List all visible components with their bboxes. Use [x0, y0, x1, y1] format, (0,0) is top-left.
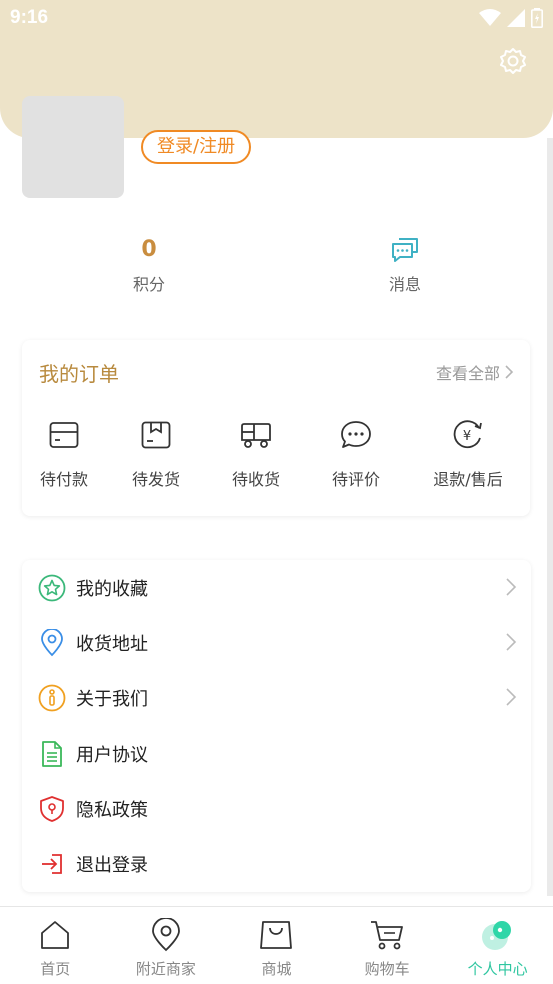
message-icon — [392, 238, 418, 262]
order-pending-receipt[interactable]: 待收货 — [206, 418, 306, 490]
orders-card: 我的订单 查看全部 待付款 待发货 待收货 待评价 ¥ 退款/售后 — [22, 340, 530, 516]
menu-card: 我的收藏 收货地址 关于我们 用户协议 隐私政策 退出登录 — [22, 560, 531, 892]
menu-item-label: 关于我们 — [76, 688, 148, 710]
order-pending-payment[interactable]: 待付款 — [22, 418, 106, 490]
order-pending-shipment[interactable]: 待发货 — [106, 418, 206, 490]
wifi-icon — [479, 9, 501, 26]
signal-icon — [507, 9, 525, 27]
tab-nearby[interactable]: 附近商家 — [111, 907, 222, 984]
scrollbar[interactable] — [547, 138, 553, 896]
tab-label: 附近商家 — [135, 960, 196, 978]
status-icons — [479, 8, 543, 28]
status-bar: 9:16 — [0, 0, 553, 38]
order-item-label: 待发货 — [131, 470, 180, 489]
menu-item-label: 用户协议 — [76, 744, 148, 766]
menu-item-label: 我的收藏 — [76, 578, 148, 600]
chevron-right-icon — [506, 633, 517, 651]
status-time: 9:16 — [10, 7, 49, 28]
login-register-button[interactable]: 登录/注册 — [141, 130, 252, 164]
menu-item-address[interactable]: 收货地址 — [22, 615, 531, 670]
shopping-bag-icon — [260, 921, 293, 949]
location-pin-icon — [151, 918, 180, 952]
order-pending-review[interactable]: 待评价 — [306, 418, 406, 490]
menu-item-about[interactable]: 关于我们 — [22, 670, 531, 725]
points-label: 积分 — [132, 275, 165, 294]
location-icon — [41, 628, 63, 656]
document-icon — [42, 740, 62, 767]
order-item-label: 待收货 — [231, 470, 280, 489]
svg-text:¥: ¥ — [463, 429, 471, 444]
settings-button[interactable] — [499, 47, 527, 75]
tab-home[interactable]: 首页 — [0, 907, 111, 984]
truck-icon — [241, 423, 271, 448]
points-value: 0 — [141, 237, 157, 262]
cart-icon — [371, 921, 403, 950]
order-item-label: 退款/售后 — [433, 470, 503, 489]
tab-profile[interactable]: 个人中心 — [442, 907, 553, 984]
view-all-label: 查看全部 — [435, 364, 500, 383]
view-all-orders-link[interactable]: 查看全部 — [436, 360, 514, 384]
profile-icon — [481, 921, 511, 950]
logout-icon — [42, 853, 62, 874]
chevron-right-icon — [506, 688, 517, 706]
menu-item-label: 隐私政策 — [76, 799, 148, 821]
order-item-label: 待付款 — [39, 470, 88, 489]
menu-item-label: 退出登录 — [76, 854, 148, 876]
shield-icon — [40, 795, 64, 822]
home-icon — [41, 921, 70, 949]
gear-icon — [500, 48, 526, 74]
bottom-tab-bar: 首页 附近商家 商城 购物车 个人中心 — [0, 906, 553, 984]
tab-label: 商城 — [261, 960, 292, 978]
tab-label: 购物车 — [364, 960, 410, 978]
order-item-label: 待评价 — [331, 470, 380, 489]
box-icon — [141, 421, 171, 449]
star-icon — [38, 574, 66, 601]
tab-mall[interactable]: 商城 — [221, 907, 332, 984]
tab-cart[interactable]: 购物车 — [332, 907, 443, 984]
order-refund[interactable]: ¥ 退款/售后 — [406, 418, 530, 490]
card-icon — [49, 422, 79, 448]
messages-label: 消息 — [388, 275, 421, 294]
chevron-right-icon — [505, 365, 514, 379]
menu-item-user-agreement[interactable]: 用户协议 — [22, 726, 531, 781]
tab-label: 首页 — [40, 960, 71, 978]
refund-icon: ¥ — [453, 420, 482, 449]
menu-item-logout[interactable]: 退出登录 — [22, 836, 531, 891]
orders-title: 我的订单 — [39, 362, 119, 386]
info-icon — [38, 684, 66, 711]
points-stat[interactable]: 0 积分 — [74, 235, 224, 295]
menu-item-label: 收货地址 — [76, 633, 148, 655]
tab-label: 个人中心 — [467, 960, 528, 978]
comment-icon — [341, 421, 371, 448]
messages-stat[interactable]: 消息 — [330, 235, 480, 295]
avatar[interactable] — [22, 96, 124, 198]
chevron-right-icon — [506, 578, 517, 596]
menu-item-privacy-policy[interactable]: 隐私政策 — [22, 781, 531, 836]
menu-item-favorites[interactable]: 我的收藏 — [22, 560, 531, 615]
battery-icon — [531, 8, 543, 28]
